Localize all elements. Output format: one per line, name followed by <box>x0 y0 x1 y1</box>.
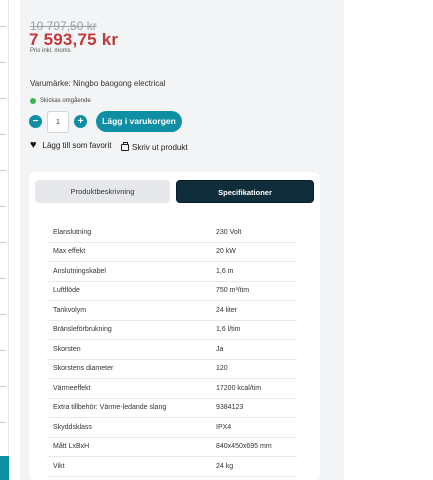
spec-row: Bränsleförbrukning 1,6 l/tim <box>47 321 297 340</box>
quantity-increase-button[interactable]: + <box>74 115 87 128</box>
spec-key: Bränsleförbrukning <box>53 326 112 334</box>
spec-value: 840x450x695 mm <box>216 443 272 451</box>
spec-row: Luftflöde 750 m³/tim <box>47 282 297 301</box>
spec-row: Skorsten Ja <box>47 340 297 360</box>
spec-row: Vikt 24 kg <box>47 457 297 477</box>
spec-value: Ja <box>216 345 224 353</box>
tab-product-description[interactable]: Produktbeskrivning <box>35 180 170 203</box>
spec-value: 17200 kcal/tim <box>216 384 262 392</box>
spec-row: Värmeeffekt 17200 kcal/tim <box>47 379 297 399</box>
spec-value: 120 <box>216 365 228 373</box>
spec-value: 750 m³/tim <box>216 287 250 295</box>
spec-row: Extra tillbehör: Värme-ledande slang 9384… <box>47 399 297 418</box>
shipping-text: Skickas omgående <box>40 98 91 104</box>
edge-tick <box>0 350 6 351</box>
edge-accent <box>0 456 9 480</box>
spec-key: Tankvolym <box>53 306 87 314</box>
spec-row: Tankvolym 24 liter <box>47 301 297 321</box>
edge-tick <box>0 98 6 99</box>
spec-key: Skorsten <box>53 345 81 353</box>
spec-value: 1,6 l/tim <box>216 326 241 334</box>
spec-row: Anslutningskabel 1,6 m <box>47 262 297 282</box>
spec-value: IPX4 <box>216 423 232 431</box>
price-note: Pris inkl. moms <box>30 48 71 54</box>
printer-icon <box>121 142 129 151</box>
right-panel <box>344 0 433 480</box>
spec-value: 1,6 m <box>216 267 234 275</box>
favorite-label: Lägg till som favorit <box>42 141 112 150</box>
spec-key: Skyddsklass <box>53 423 92 431</box>
spec-key: Max effekt <box>53 248 86 256</box>
spec-key: Vikt <box>53 462 65 470</box>
print-label: Skriv ut produkt <box>132 143 188 152</box>
edge-tick <box>0 314 6 315</box>
edge-tick <box>0 170 6 171</box>
spec-value: 24 liter <box>216 306 238 314</box>
add-favorite-link[interactable]: ♥ Lägg till som favorit <box>30 140 111 151</box>
quantity-decrease-button[interactable]: − <box>29 115 42 128</box>
edge-tick <box>0 26 6 27</box>
edge-tick <box>0 422 6 423</box>
edge-tick <box>0 62 6 63</box>
edge-tick <box>0 242 6 243</box>
spec-row: Skyddsklass IPX4 <box>47 418 297 438</box>
spec-key: Skorstens diameter <box>53 365 114 373</box>
brand-line: Varumärke: Ningbo baogong electrical <box>30 79 166 88</box>
current-price: 7 593,75 kr <box>29 30 119 49</box>
status-dot-icon <box>30 98 36 104</box>
print-product-link[interactable]: Skriv ut produkt <box>121 142 188 152</box>
quantity-input[interactable] <box>47 111 69 133</box>
spec-value: 9384123 <box>216 404 244 412</box>
spec-key: Elanslutning <box>53 228 92 236</box>
spec-value: 20 kW <box>216 248 236 256</box>
spec-value: 24 kg <box>216 462 234 470</box>
spec-key: Extra tillbehör: Värme-ledande slang <box>53 404 167 412</box>
edge-tick <box>0 134 6 135</box>
shipping-status: Skickas omgående <box>30 98 91 104</box>
spec-value: 230 Volt <box>216 228 242 236</box>
edge-tick <box>0 386 6 387</box>
spec-key: Luftflöde <box>53 287 80 295</box>
spec-row: Mått LxBxH 840x450x695 mm <box>47 438 297 457</box>
spec-key: Värmeeffekt <box>53 384 91 392</box>
spec-key: Anslutningskabel <box>53 267 106 275</box>
heart-icon: ♥ <box>30 139 37 151</box>
right-gutter <box>334 0 344 480</box>
add-to-cart-button[interactable]: Lägg i varukorgen <box>96 111 182 132</box>
spec-row: Max effekt 20 kW <box>47 243 297 262</box>
left-scroll-edge <box>0 0 9 480</box>
spec-table: Elanslutning 230 Volt Max effekt 20 kW Ans… <box>47 223 297 477</box>
spec-row: Elanslutning 230 Volt <box>47 223 297 243</box>
edge-tick <box>0 206 6 207</box>
tab-specifications[interactable]: Specifikationer <box>176 180 314 203</box>
spec-key: Mått LxBxH <box>53 443 90 451</box>
edge-tick <box>0 278 6 279</box>
spec-row: Skorstens diameter 120 <box>47 360 297 379</box>
